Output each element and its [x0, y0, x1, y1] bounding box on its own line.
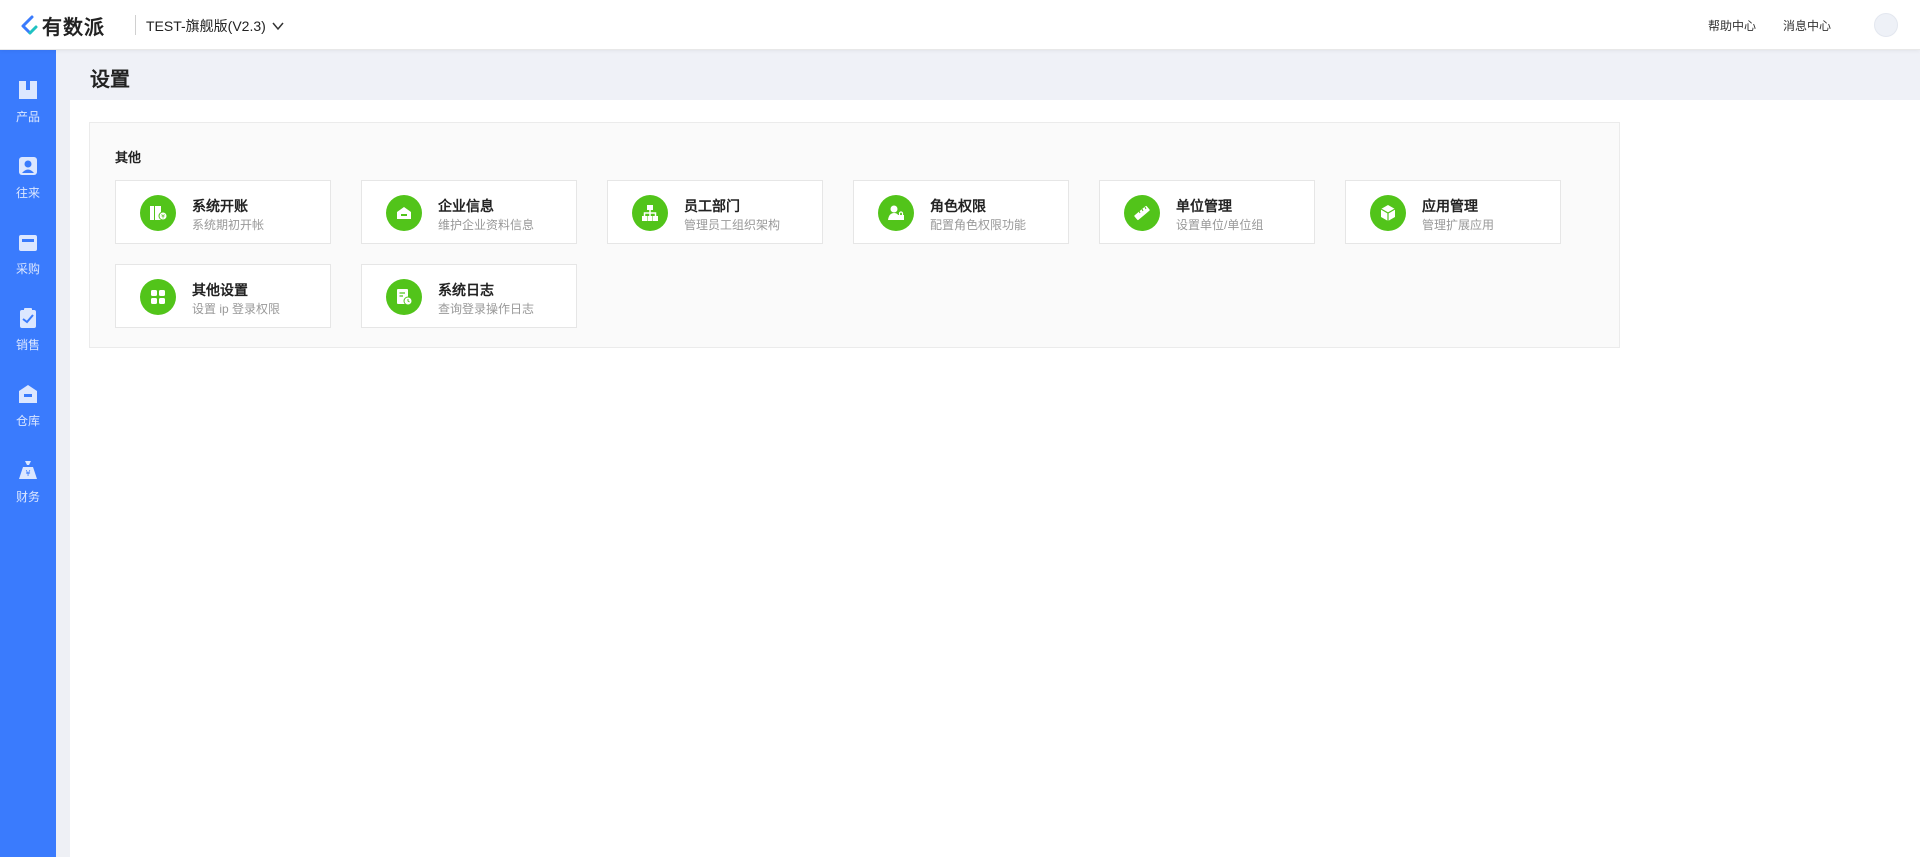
- card-title: 其他设置: [192, 282, 248, 298]
- sidebar: 产品 往来 采购 销售 仓库 ¥ 财务: [0, 50, 56, 857]
- sidebar-item-sales[interactable]: 销售: [0, 306, 56, 366]
- settings-card-staff-department[interactable]: 员工部门 管理员工组织架构: [607, 180, 823, 244]
- svg-text:¥: ¥: [161, 214, 165, 221]
- building-icon: [386, 195, 422, 231]
- card-description: 配置角色权限功能: [930, 218, 1027, 232]
- version-label: TEST-旗舰版(V2.3): [146, 18, 266, 34]
- settings-card-company-info[interactable]: 企业信息 维护企业资料信息: [361, 180, 577, 244]
- chevron-down-icon: [272, 20, 284, 32]
- svg-text:¥: ¥: [25, 469, 30, 478]
- sidebar-item-label: 往来: [15, 186, 40, 200]
- cube-icon: [1370, 195, 1406, 231]
- page-title: 设置: [90, 69, 130, 91]
- warehouse-icon: [16, 382, 40, 406]
- user-lock-icon: [878, 195, 914, 231]
- settings-panel: 其他 ¥ 系统开账 系统期初开帐 企业信息 维护企业资料信息 员工部门 管理员工…: [89, 122, 1620, 348]
- top-bar: 有数派 TEST-旗舰版(V2.3) 帮助中心 消息中心: [0, 0, 1920, 50]
- card-description: 设置 ip 登录权限: [192, 302, 281, 316]
- sidebar-item-finance[interactable]: ¥ 财务: [0, 458, 56, 518]
- box-icon: [16, 78, 40, 102]
- sidebar-item-label: 财务: [15, 490, 40, 504]
- avatar[interactable]: [1874, 13, 1898, 37]
- logo-text: 有数派: [42, 16, 105, 39]
- card-title: 企业信息: [438, 198, 494, 214]
- card-title: 角色权限: [930, 198, 986, 214]
- settings-card-unit-management[interactable]: 单位管理 设置单位/单位组: [1099, 180, 1315, 244]
- content-area: 其他 ¥ 系统开账 系统期初开帐 企业信息 维护企业资料信息 员工部门 管理员工…: [70, 100, 1920, 857]
- sidebar-item-label: 仓库: [15, 414, 40, 428]
- card-description: 系统期初开帐: [192, 218, 265, 232]
- card-description: 管理员工组织架构: [684, 218, 781, 232]
- log-clock-icon: [386, 279, 422, 315]
- settings-card-role-permission[interactable]: 角色权限 配置角色权限功能: [853, 180, 1069, 244]
- version-selector[interactable]: TEST-旗舰版(V2.3): [146, 16, 284, 36]
- sidebar-item-contacts[interactable]: 往来: [0, 154, 56, 214]
- main-area: 设置 其他 ¥ 系统开账 系统期初开帐 企业信息 维护企业资料信息 员工部门 管…: [56, 50, 1920, 857]
- settings-card-system-opening[interactable]: ¥ 系统开账 系统期初开帐: [115, 180, 331, 244]
- settings-card-other-settings[interactable]: 其他设置 设置 ip 登录权限: [115, 264, 331, 328]
- card-title: 员工部门: [684, 198, 740, 214]
- sidebar-item-purchase[interactable]: 采购: [0, 230, 56, 290]
- ruler-icon: [1124, 195, 1160, 231]
- card-title: 系统日志: [438, 282, 494, 298]
- section-title: 其他: [115, 150, 142, 165]
- sidebar-item-product[interactable]: 产品: [0, 78, 56, 138]
- message-center-link[interactable]: 消息中心: [1783, 17, 1831, 34]
- logo[interactable]: 有数派: [18, 12, 105, 39]
- card-title: 单位管理: [1176, 198, 1232, 214]
- settings-card-app-management[interactable]: 应用管理 管理扩展应用: [1345, 180, 1561, 244]
- ledger-icon: ¥: [140, 195, 176, 231]
- basket-icon: [16, 230, 40, 254]
- sidebar-item-label: 采购: [15, 262, 40, 276]
- clipboard-check-icon: [16, 306, 40, 330]
- settings-card-system-log[interactable]: 系统日志 查询登录操作日志: [361, 264, 577, 328]
- logo-check-icon: [18, 14, 40, 36]
- header-divider: [135, 15, 136, 35]
- card-description: 维护企业资料信息: [438, 218, 535, 232]
- page-header: 设置: [56, 50, 1920, 100]
- contact-card-icon: [16, 154, 40, 178]
- sidebar-item-warehouse[interactable]: 仓库: [0, 382, 56, 442]
- card-title: 系统开账: [192, 198, 248, 214]
- help-center-link[interactable]: 帮助中心: [1708, 17, 1756, 34]
- grid-icon: [140, 279, 176, 315]
- card-description: 设置单位/单位组: [1176, 218, 1264, 232]
- card-description: 查询登录操作日志: [438, 302, 535, 316]
- card-description: 管理扩展应用: [1422, 218, 1495, 232]
- sidebar-item-label: 产品: [15, 110, 40, 124]
- card-title: 应用管理: [1422, 198, 1478, 214]
- money-bag-icon: ¥: [16, 458, 40, 482]
- sidebar-item-label: 销售: [15, 338, 40, 352]
- org-chart-icon: [632, 195, 668, 231]
